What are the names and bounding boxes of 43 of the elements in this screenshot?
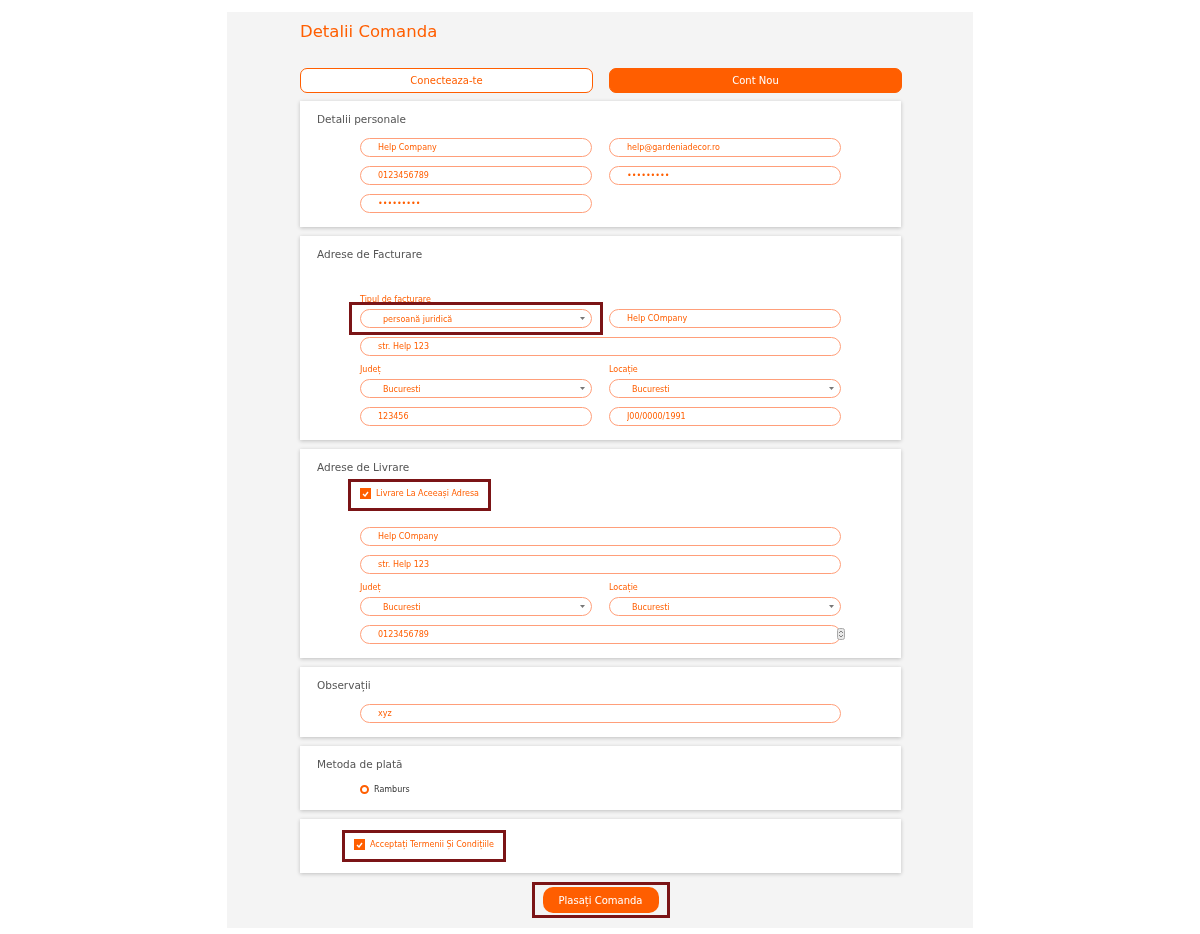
field-label: Locație [609,583,638,593]
caret-icon [829,605,834,608]
input-field[interactable]: Help Company [360,138,592,157]
select-field[interactable]: Bucuresti [360,597,592,616]
checkbox-label: Acceptați Termenii Și Condițiile [370,840,494,849]
page-title: Detalii Comanda [300,22,438,42]
tab[interactable]: Conecteaza-te [300,68,593,93]
section-title: Observații [317,679,371,692]
field-label: Județ [360,365,381,375]
select-field[interactable]: persoană juridică [360,309,592,328]
field-label: Locație [609,365,638,375]
spinner-icon[interactable] [837,628,845,640]
field-label: Județ [360,583,381,593]
caret-icon [829,387,834,390]
input-field[interactable]: str. Help 123 [360,555,841,574]
checkbox[interactable] [354,839,365,850]
select-field[interactable]: Bucuresti [609,597,841,616]
section-title: Detalii personale [317,113,406,126]
radio-button[interactable] [360,785,369,794]
input-field[interactable]: help@gardeniadecor.ro [609,138,841,157]
input-field[interactable]: Help COmpany [360,527,841,546]
tab[interactable]: Cont Nou [609,68,902,93]
checkbox[interactable] [360,488,371,499]
input-field[interactable]: str. Help 123 [360,337,841,356]
input-field[interactable]: J00/0000/1991 [609,407,841,426]
caret-icon [580,605,585,608]
select-field[interactable]: Bucuresti [609,379,841,398]
input-field[interactable]: ••••••••• [360,194,592,213]
input-field[interactable]: 0123456789 [360,625,841,644]
input-field[interactable]: ••••••••• [609,166,841,185]
select-field[interactable]: Bucuresti [360,379,592,398]
caret-icon [580,317,585,320]
section-title: Metoda de plată [317,758,403,771]
place-order-button[interactable]: Plasați Comanda [542,887,659,913]
radio-label: Ramburs [374,785,410,794]
checkbox-label: Livrare La Aceeași Adresa [376,489,479,498]
input-field[interactable]: Help COmpany [609,309,841,328]
input-field[interactable]: 0123456789 [360,166,592,185]
input-field[interactable]: 123456 [360,407,592,426]
caret-icon [580,387,585,390]
section-title: Adrese de Livrare [317,461,410,474]
input-field[interactable]: xyz [360,704,841,723]
section-title: Adrese de Facturare [317,248,423,261]
